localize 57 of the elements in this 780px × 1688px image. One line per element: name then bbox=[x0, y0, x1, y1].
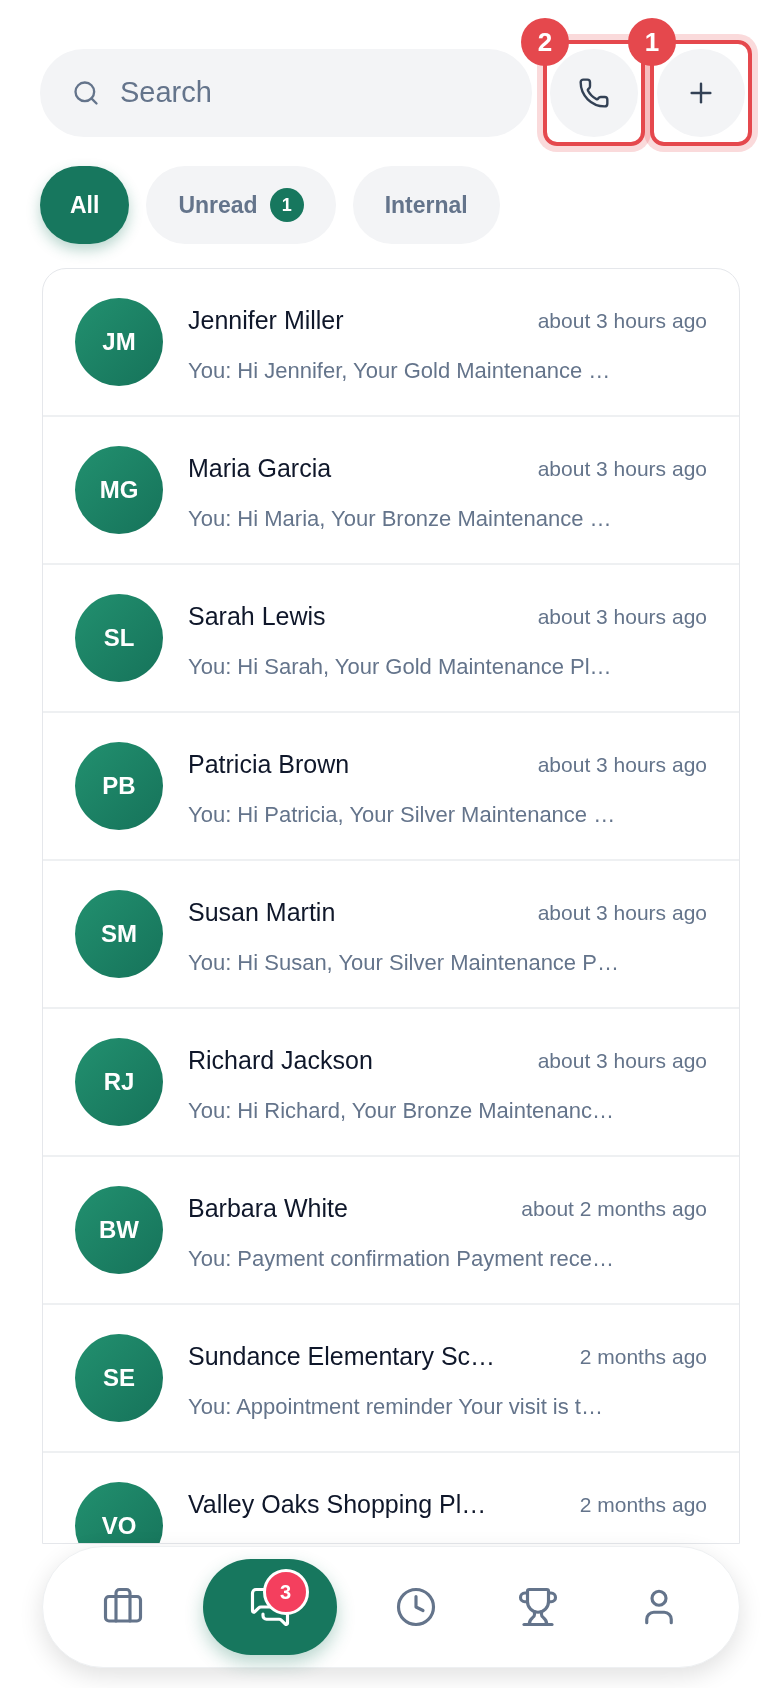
conversation-row[interactable]: BW Barbara White about 2 months ago You: Payment confirmation Payment rece… bbox=[43, 1157, 739, 1305]
contact-name: Maria Garcia bbox=[188, 453, 332, 484]
timestamp: about 2 months ago bbox=[521, 1196, 707, 1222]
step-badge: 1 bbox=[628, 18, 676, 66]
avatar: JM bbox=[75, 298, 163, 386]
message-preview: You: Payment confirmation Payment rece… bbox=[188, 1244, 615, 1273]
filter-tab[interactable]: All bbox=[40, 166, 130, 244]
search-icon bbox=[72, 79, 100, 107]
count-badge: 1 bbox=[269, 188, 304, 222]
contact-name: Patricia Brown bbox=[188, 749, 350, 780]
timestamp: about 3 hours ago bbox=[537, 456, 707, 482]
avatar: RJ bbox=[75, 1038, 163, 1126]
filter-tab[interactable]: Internal bbox=[352, 166, 500, 244]
search-bar[interactable]: Search bbox=[40, 49, 532, 137]
avatar: MG bbox=[75, 446, 163, 534]
phone-icon bbox=[578, 77, 610, 109]
message-preview: You: Hi Jennifer, Your Gold Maintenance … bbox=[188, 356, 612, 385]
notification-badge: 3 bbox=[262, 1569, 309, 1615]
conversation-row[interactable]: JM Jennifer Miller about 3 hours ago You: Hi Jennifer, Your Gold Maintenance … bbox=[43, 269, 739, 417]
search-field[interactable]: Search bbox=[120, 71, 500, 115]
filter-tab[interactable]: Unread 1 bbox=[146, 166, 336, 244]
conversation-row[interactable]: SM Susan Martin about 3 hours ago You: Hi Susan, Your Silver Maintenance P… bbox=[43, 861, 739, 1009]
timestamp: 2 months ago bbox=[579, 1492, 707, 1518]
trophy-icon bbox=[516, 1586, 559, 1628]
message-preview: You: Hi Susan, Your Silver Maintenance P… bbox=[188, 948, 620, 977]
contact-name: Sundance Elementary Sc… bbox=[188, 1341, 496, 1372]
avatar: SL bbox=[75, 594, 163, 682]
message-preview: You: Hi Richard, Your Bronze Maintenanc… bbox=[188, 1096, 615, 1125]
contact-name: Valley Oaks Shopping Pl… bbox=[188, 1489, 487, 1520]
conversation-row[interactable]: SL Sarah Lewis about 3 hours ago You: Hi Sarah, Your Gold Maintenance Pl… bbox=[43, 565, 739, 713]
contact-name: Jennifer Miller bbox=[188, 305, 344, 336]
timestamp: about 3 hours ago bbox=[537, 308, 707, 334]
step-badge: 2 bbox=[521, 18, 569, 66]
conversation-row[interactable]: PB Patricia Brown about 3 hours ago You: Hi Patricia, Your Silver Maintenance … bbox=[43, 713, 739, 861]
contact-name: Susan Martin bbox=[188, 897, 336, 928]
conversation-row[interactable]: MG Maria Garcia about 3 hours ago You: Hi Maria, Your Bronze Maintenance … bbox=[43, 417, 739, 565]
message-preview: You: Hi Patricia, Your Silver Maintenance … bbox=[188, 800, 617, 829]
avatar: SE bbox=[75, 1334, 163, 1422]
timestamp: about 3 hours ago bbox=[537, 900, 707, 926]
timestamp: about 3 hours ago bbox=[537, 752, 707, 778]
message-preview: You: Hi Maria, Your Bronze Maintenance … bbox=[188, 504, 613, 533]
timestamp: 2 months ago bbox=[579, 1344, 707, 1370]
clock-icon bbox=[395, 1586, 437, 1628]
avatar: SM bbox=[75, 890, 163, 978]
timestamp: about 3 hours ago bbox=[537, 604, 707, 630]
conversation-row[interactable]: RJ Richard Jackson about 3 hours ago You: Hi Richard, Your Bronze Maintenanc… bbox=[43, 1009, 739, 1157]
message-preview: You: Hi Sarah, Your Gold Maintenance Pl… bbox=[188, 652, 613, 681]
contact-name: Sarah Lewis bbox=[188, 601, 326, 632]
message-preview: You: Appointment reminder Your visit is t… bbox=[188, 1392, 604, 1421]
avatar: PB bbox=[75, 742, 163, 830]
timestamp: about 3 hours ago bbox=[537, 1048, 707, 1074]
contact-name: Barbara White bbox=[188, 1193, 348, 1224]
contact-name: Richard Jackson bbox=[188, 1045, 373, 1076]
nav-tab[interactable]: 3 bbox=[202, 1559, 337, 1655]
avatar: VO bbox=[75, 1482, 163, 1543]
conversation-row[interactable]: SE Sundance Elementary Sc… 2 months ago You: Appointment reminder Your visit is t… bbox=[43, 1305, 739, 1453]
avatar: BW bbox=[75, 1186, 163, 1274]
